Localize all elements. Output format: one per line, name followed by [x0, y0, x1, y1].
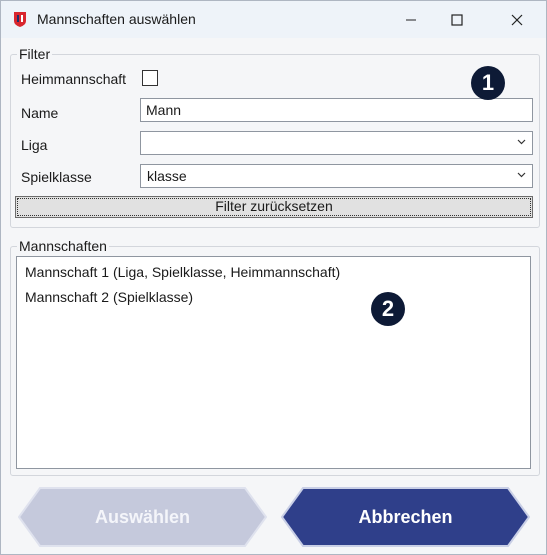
- class-select[interactable]: klasse: [140, 164, 533, 188]
- select-button[interactable]: Auswählen: [18, 487, 267, 547]
- close-icon: [511, 14, 523, 25]
- class-label: Spielklasse: [21, 169, 92, 185]
- minimize-button[interactable]: [388, 1, 434, 38]
- class-select-value: klasse: [147, 168, 187, 184]
- callout-badge-2: 2: [371, 292, 405, 326]
- chevron-down-icon: [517, 172, 526, 178]
- teams-listbox[interactable]: Mannschaft 1 (Liga, Spielklasse, Heimman…: [16, 256, 531, 469]
- list-item[interactable]: Mannschaft 2 (Spielklasse): [25, 289, 193, 305]
- teams-legend: Mannschaften: [19, 238, 107, 254]
- name-label: Name: [21, 105, 59, 121]
- league-label: Liga: [21, 137, 48, 153]
- close-button[interactable]: [494, 1, 540, 38]
- name-input[interactable]: Mann: [140, 98, 533, 122]
- league-select[interactable]: [140, 131, 533, 155]
- callout-badge-1: 1: [471, 66, 505, 100]
- minimize-icon: [406, 19, 416, 20]
- reset-filter-button[interactable]: Filter zurücksetzen: [15, 196, 533, 218]
- chevron-down-icon: [517, 139, 526, 145]
- home-team-label: Heimmannschaft: [21, 71, 127, 87]
- list-item[interactable]: Mannschaft 1 (Liga, Spielklasse, Heimman…: [25, 264, 340, 280]
- maximize-icon: [451, 13, 463, 26]
- window-title: Mannschaften auswählen: [37, 11, 196, 27]
- maximize-button[interactable]: [434, 1, 480, 38]
- dialog-content: Filter Heimmannschaft Name Mann Liga Spi…: [1, 38, 546, 554]
- app-logo-icon: [14, 12, 26, 27]
- select-button-label: Auswählen: [94, 506, 191, 527]
- cancel-button[interactable]: Abbrechen: [281, 487, 530, 547]
- home-team-checkbox[interactable]: [142, 70, 158, 86]
- title-bar: Mannschaften auswählen: [1, 1, 546, 38]
- dialog-window: Mannschaften auswählen Filter Heimmannsc…: [0, 0, 547, 555]
- cancel-button-label: Abbrechen: [358, 506, 453, 527]
- filter-legend: Filter: [19, 46, 51, 62]
